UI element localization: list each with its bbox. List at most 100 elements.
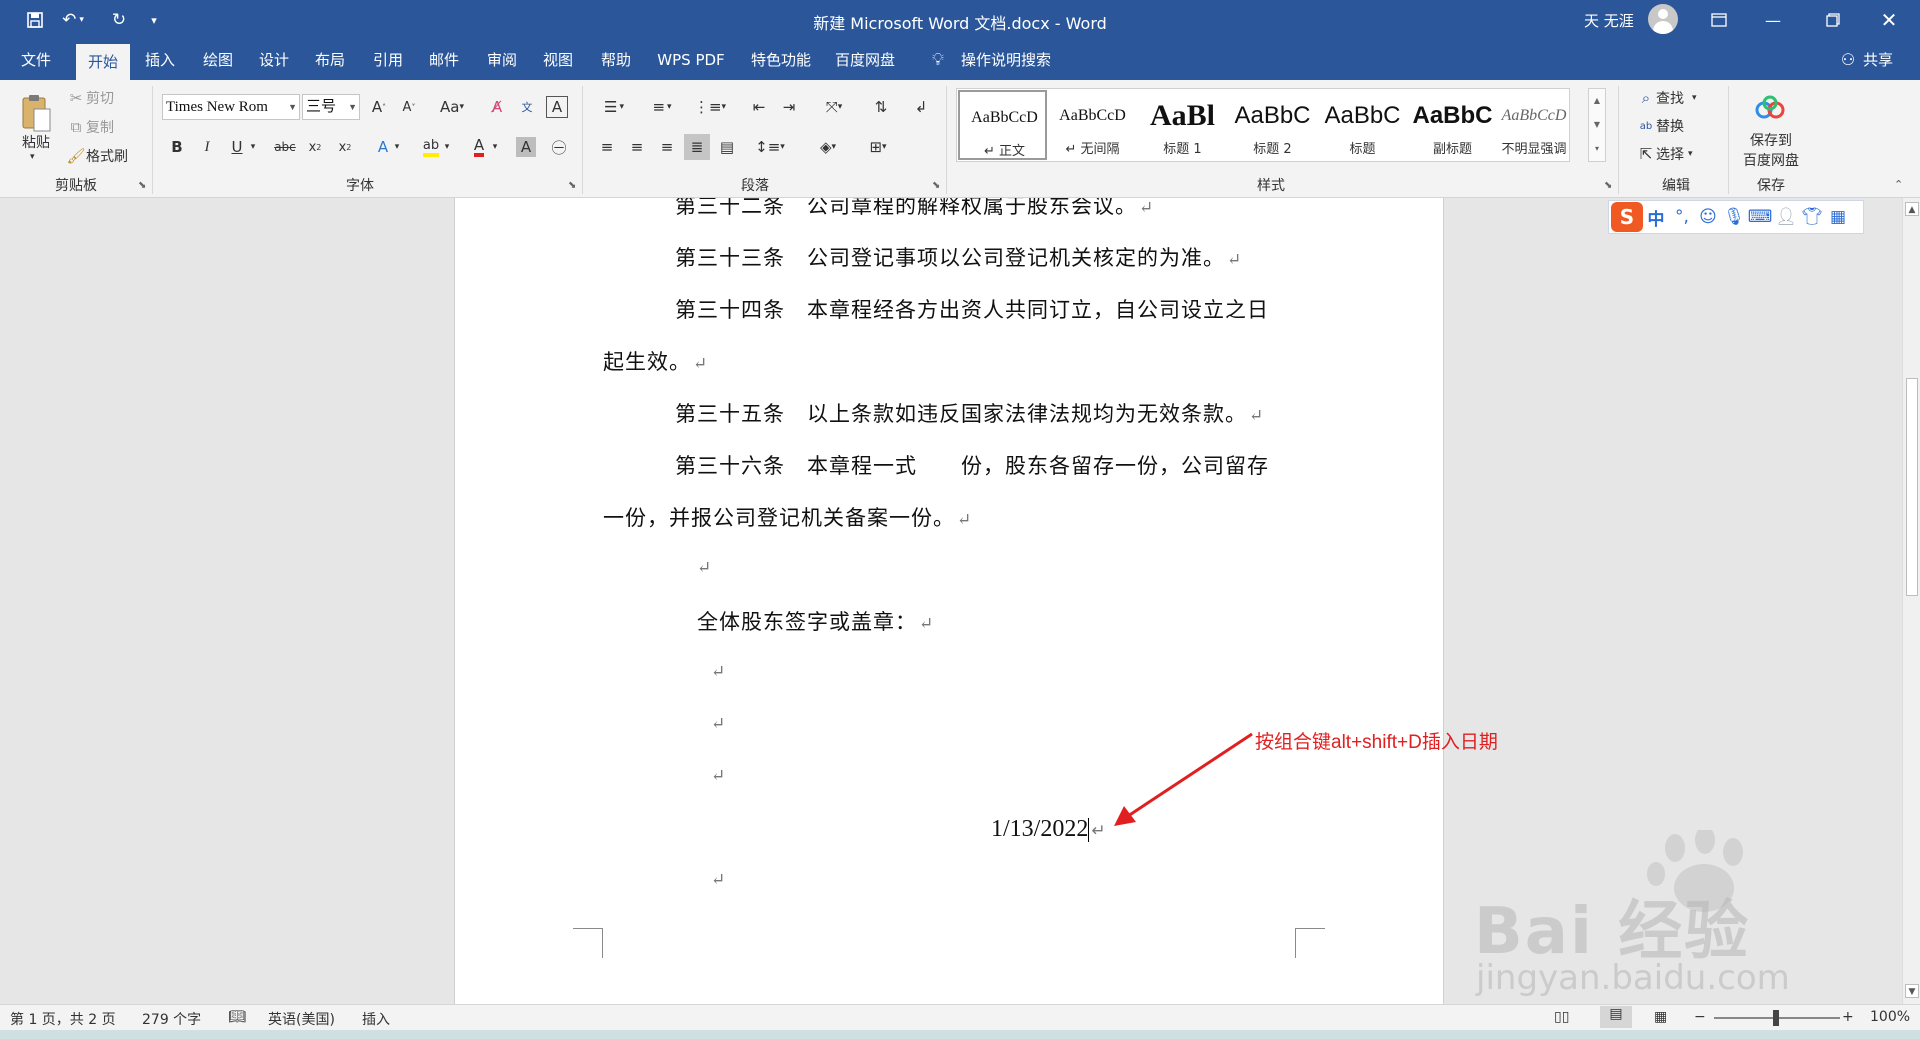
tab-references[interactable]: 引用 [366, 40, 410, 80]
find-button[interactable]: ⌕ 查找 ▾ [1636, 88, 1697, 108]
tab-layout[interactable]: 布局 [308, 40, 352, 80]
copy-button[interactable]: ⧉ 复制 [66, 117, 114, 137]
borders-icon[interactable]: ⊞ ▾ [858, 134, 898, 160]
scroll-down-icon[interactable]: ▼ [1905, 984, 1919, 998]
select-button[interactable]: ⇱ 选择 ▾ [1636, 144, 1693, 164]
shading-icon[interactable]: ◈ ▾ [808, 134, 848, 160]
align-right-icon[interactable]: ≡ [654, 134, 680, 160]
chevron-down-icon[interactable]: ▾ [1688, 149, 1693, 159]
bullets-icon[interactable]: ☰ ▾ [594, 94, 634, 120]
distributed-icon[interactable]: ▤ [714, 134, 740, 160]
doc-line[interactable]: ↵ [709, 710, 726, 734]
chevron-down-icon[interactable]: ▾ [246, 134, 260, 160]
tab-help[interactable]: 帮助 [594, 40, 638, 80]
insert-mode[interactable]: 插入 [362, 1009, 390, 1029]
ribbon-display-options-icon[interactable] [1696, 4, 1742, 36]
tab-draw[interactable]: 绘图 [196, 40, 240, 80]
zoom-level[interactable]: 100% [1870, 1009, 1910, 1025]
phonetic-guide-icon[interactable]: 文 [514, 94, 540, 120]
style-title[interactable]: AaBbC 标题 [1318, 90, 1407, 160]
doc-line[interactable]: 第三十六条 本章程一式 份，股东各留存一份，公司留存 [675, 450, 1269, 480]
tab-review[interactable]: 审阅 [480, 40, 524, 80]
align-center-icon[interactable]: ≡ [624, 134, 650, 160]
enclose-characters-icon[interactable]: ㊀ [546, 134, 572, 160]
doc-line[interactable]: 第三十四条 本章程经各方出资人共同订立，自公司设立之日 [675, 294, 1269, 324]
inserted-date-line[interactable]: 1/13/2022 ↵ [991, 816, 1106, 843]
chinese-layout-icon[interactable]: ⤧ ▾ [814, 94, 854, 120]
line-spacing-icon[interactable]: ↕≡ ▾ [750, 134, 790, 160]
sort-icon[interactable]: ⇅ [868, 94, 894, 120]
emoji-icon[interactable]: ☺ [1695, 207, 1721, 227]
tab-wps-pdf[interactable]: WPS PDF [652, 40, 730, 80]
doc-line[interactable]: 第三十二条 公司章程的解释权属于股东会议。 ↵ [675, 198, 1154, 220]
chevron-down-icon[interactable]: ▼ [288, 95, 297, 119]
tab-special-features[interactable]: 特色功能 [744, 40, 818, 80]
character-border-icon[interactable]: A [546, 96, 568, 118]
paste-dropdown-icon[interactable]: ▾ [30, 152, 35, 162]
document-page[interactable]: 第三十二条 公司章程的解释权属于股东会议。 ↵ 第三十三条 公司登记事项以公司登记… [454, 198, 1444, 1004]
styles-launcher-icon[interactable]: ⬊ [1604, 180, 1612, 191]
tab-file[interactable]: 文件 [10, 40, 62, 80]
scroll-up-icon[interactable]: ▲ [1905, 202, 1919, 216]
word-count[interactable]: 279 个字 [142, 1009, 201, 1029]
doc-line[interactable]: 起生效。 ↵ [603, 346, 708, 376]
read-mode-icon[interactable]: ▯▯ [1554, 1009, 1569, 1025]
baidu-netdisk-icon[interactable] [1752, 92, 1788, 124]
avatar[interactable] [1648, 4, 1678, 34]
doc-line[interactable]: ↵ [709, 658, 726, 682]
user-name[interactable]: 天 无涯 [1584, 10, 1634, 31]
paragraph-launcher-icon[interactable]: ⬊ [932, 180, 940, 191]
style-subtitle[interactable]: AaBbC 副标题 [1408, 90, 1497, 160]
grow-font-icon[interactable]: A ˄ [366, 94, 392, 120]
print-layout-icon[interactable]: ▤ [1600, 1006, 1632, 1028]
chevron-down-icon[interactable]: ▾ [488, 134, 502, 160]
doc-line[interactable]: 一份，并报公司登记机关备案一份。 ↵ [603, 502, 972, 532]
share-icon[interactable]: ⚇ [1836, 40, 1860, 80]
style-no-spacing[interactable]: AaBbCcD ↵ 无间隔 [1048, 90, 1137, 160]
save-to-baidu-line2[interactable]: 百度网盘 [1736, 150, 1806, 170]
superscript-icon[interactable]: x2 [332, 134, 358, 160]
tab-insert[interactable]: 插入 [138, 40, 182, 80]
italic-icon[interactable]: I [194, 134, 220, 160]
toolbox-icon[interactable]: ▦ [1825, 207, 1851, 227]
paste-icon[interactable] [18, 90, 54, 136]
chevron-down-icon[interactable]: ▾ [440, 134, 454, 160]
font-launcher-icon[interactable]: ⬊ [568, 180, 576, 191]
zoom-in-button[interactable]: + [1842, 1009, 1854, 1025]
change-case-icon[interactable]: Aa ▾ [432, 94, 472, 120]
tab-design[interactable]: 设计 [252, 40, 296, 80]
vertical-scrollbar[interactable]: ▲ ▼ [1902, 198, 1920, 1004]
decrease-indent-icon[interactable]: ⇤ [746, 94, 772, 120]
font-name-combo[interactable]: Times New Rom ▼ [162, 94, 300, 120]
doc-line[interactable]: ↵ [709, 762, 726, 786]
clipboard-launcher-icon[interactable]: ⬊ [138, 180, 146, 191]
doc-line[interactable]: ↵ [709, 866, 726, 890]
paste-button[interactable]: 粘贴 [18, 132, 54, 152]
style-normal[interactable]: AaBbCcD ↵ 正文 [958, 90, 1047, 160]
chevron-up-icon[interactable]: ▲ [1589, 89, 1605, 113]
tab-home[interactable]: 开始 [76, 44, 130, 80]
chevron-down-icon[interactable]: ▾ [390, 134, 404, 160]
font-size-combo[interactable]: 三号 ▼ [302, 94, 360, 120]
proofing-icon[interactable]: 📖︎ [228, 1009, 246, 1025]
subscript-icon[interactable]: x2 [302, 134, 328, 160]
bold-icon[interactable]: B [164, 134, 190, 160]
tab-view[interactable]: 视图 [536, 40, 580, 80]
doc-line[interactable]: ↵ [695, 554, 712, 578]
doc-line[interactable]: 全体股东签字或盖章： ↵ [697, 606, 934, 636]
zoom-slider-thumb[interactable] [1773, 1010, 1779, 1026]
share-button[interactable]: 共享 [1858, 40, 1898, 80]
microphone-icon[interactable]: 🎙︎ [1721, 207, 1747, 227]
save-to-baidu-line1[interactable]: 保存到 [1736, 130, 1806, 150]
styles-gallery-scroll[interactable]: ▲ ▼ ▾ [1588, 88, 1606, 162]
restore-icon[interactable] [1810, 4, 1856, 36]
minimize-icon[interactable]: — [1750, 4, 1796, 36]
justify-icon[interactable]: ≣ [684, 134, 710, 160]
numbering-icon[interactable]: ≡ ▾ [642, 94, 682, 120]
close-icon[interactable]: ✕ [1866, 4, 1912, 36]
increase-indent-icon[interactable]: ⇥ [776, 94, 802, 120]
character-shading-icon[interactable]: A [516, 137, 536, 157]
tab-baidu-netdisk[interactable]: 百度网盘 [828, 40, 902, 80]
tell-me-search[interactable]: 操作说明搜索 [956, 40, 1056, 80]
multilevel-list-icon[interactable]: ⋮≡ ▾ [690, 94, 730, 120]
